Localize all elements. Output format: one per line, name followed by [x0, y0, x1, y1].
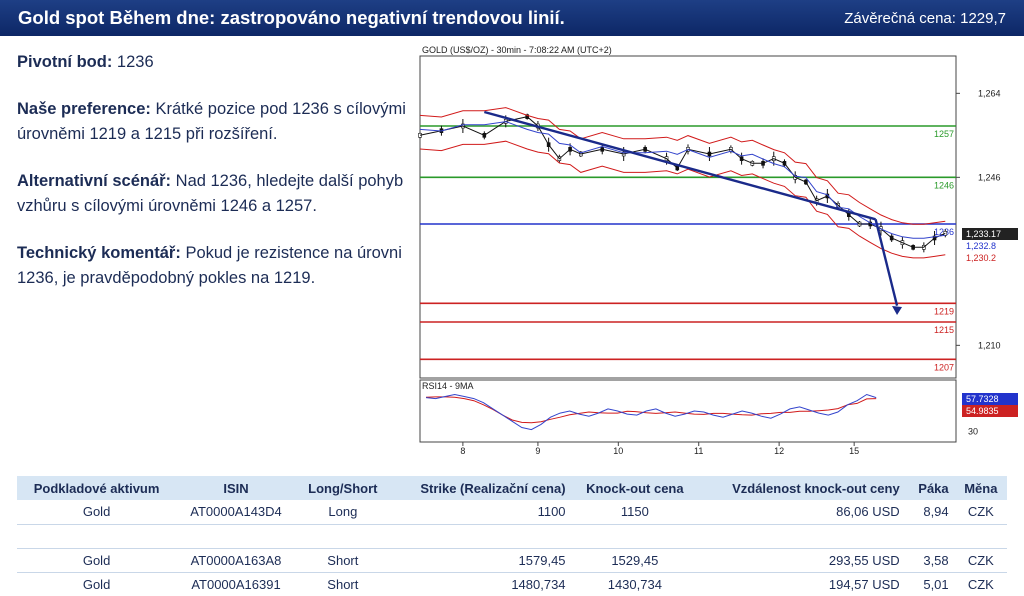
- col-knockout: Knock-out cena: [571, 476, 699, 500]
- x-tick-label: 9: [535, 446, 540, 456]
- cell-underlying: Gold: [17, 548, 177, 573]
- col-isin: ISIN: [176, 476, 296, 500]
- level-label-1257: 1257: [934, 129, 954, 139]
- cell-knockout: 1529,45: [571, 548, 699, 573]
- analysis-panel: Pivotní bod: 1236 Naše preference: Krátk…: [17, 50, 407, 313]
- cell-direction: Short: [295, 572, 390, 596]
- cell-underlying: Gold: [17, 500, 177, 525]
- closing-price-label: Závěrečná cena:: [844, 9, 956, 27]
- cell-leverage: 3,58: [905, 548, 955, 573]
- table-row: Gold AT0000A16391 Short 1480,734 1430,73…: [17, 572, 1007, 596]
- chart-title: GOLD (US$/OZ) - 30min - 7:08:22 AM (UTC+…: [422, 45, 612, 55]
- col-leverage: Páka: [905, 476, 955, 500]
- cell-distance: 293,55 USD: [698, 548, 906, 573]
- cell-underlying: Gold: [17, 572, 177, 596]
- price-tag-label: 1,230.2: [966, 253, 996, 263]
- cell-strike: 1480,734: [389, 572, 572, 596]
- rsi-tag-label: 57.7328: [966, 394, 999, 404]
- rsi-title: RSI14 - 9MA: [422, 381, 474, 391]
- chart-plot-area: [419, 55, 957, 379]
- closing-price: Závěrečná cena: 1229,7: [844, 10, 1006, 27]
- table-row: Gold AT0000A143D4 Long 1100 1150 86,06 U…: [17, 500, 1007, 525]
- cell-direction: Short: [295, 548, 390, 573]
- cell-currency: CZK: [954, 500, 1007, 525]
- alternative-label: Alternativní scénář:: [17, 172, 172, 190]
- cell-strike: 1579,45: [389, 548, 572, 573]
- spacer-cell: [17, 524, 1007, 549]
- closing-price-value: 1229,7: [960, 9, 1006, 27]
- y-tick-label: 1,246: [978, 172, 1001, 182]
- cell-leverage: 8,94: [905, 500, 955, 525]
- our-preference: Naše preference: Krátké pozice pod 1236 …: [17, 97, 407, 147]
- pivot-label: Pivotní bod:: [17, 53, 113, 71]
- col-underlying: Podkladové aktivum: [17, 476, 177, 500]
- col-distance: Vzdálenost knock-out ceny: [698, 476, 906, 500]
- cell-distance: 86,06 USD: [698, 500, 906, 525]
- cell-isin: AT0000A143D4: [176, 500, 296, 525]
- level-label-1219: 1219: [934, 306, 954, 316]
- x-tick-label: 12: [774, 446, 784, 456]
- cell-leverage: 5,01: [905, 572, 955, 596]
- cell-isin: AT0000A16391: [176, 572, 296, 596]
- x-tick-label: 15: [849, 446, 859, 456]
- cell-strike: 1100: [389, 500, 572, 525]
- preference-label: Naše preference:: [17, 100, 151, 118]
- rsi-y-tick-label: 30: [968, 427, 978, 437]
- col-currency: Měna: [954, 476, 1007, 500]
- rsi-plot-area: [419, 379, 957, 443]
- technical-label: Technický komentář:: [17, 244, 181, 262]
- rsi-tag-label: 54.9835: [966, 406, 999, 416]
- level-label-1207: 1207: [934, 362, 954, 372]
- cell-currency: CZK: [954, 572, 1007, 596]
- level-label-1215: 1215: [934, 325, 954, 335]
- cell-knockout: 1430,734: [571, 572, 699, 596]
- table-header-row: Podkladové aktivum ISIN Long/Short Strik…: [17, 476, 1007, 500]
- cell-distance: 194,57 USD: [698, 572, 906, 596]
- x-tick-label: 10: [613, 446, 623, 456]
- gold-price-chart: GOLD (US$/OZ) - 30min - 7:08:22 AM (UTC+…: [418, 45, 1018, 456]
- level-label-1246: 1246: [934, 180, 954, 190]
- alternative-scenario: Alternativní scénář: Nad 1236, hledejte …: [17, 169, 407, 219]
- col-strike: Strike (Realizační cena): [389, 476, 572, 500]
- cell-isin: AT0000A163A8: [176, 548, 296, 573]
- x-tick-label: 8: [460, 446, 465, 456]
- page-title: Gold spot Během dne: zastropováno negati…: [18, 7, 565, 28]
- page-header: Gold spot Během dne: zastropováno negati…: [0, 0, 1024, 36]
- products-table: Podkladové aktivum ISIN Long/Short Strik…: [17, 476, 1007, 596]
- cell-direction: Long: [295, 500, 390, 525]
- pivot-value: 1236: [116, 53, 154, 71]
- cell-knockout: 1150: [571, 500, 699, 525]
- table-row: Gold AT0000A163A8 Short 1579,45 1529,45 …: [17, 548, 1007, 573]
- x-tick-label: 11: [694, 446, 703, 456]
- price-tag-label: 1,233.17: [966, 229, 1001, 239]
- y-tick-label: 1,210: [978, 340, 1001, 350]
- technical-comment: Technický komentář: Pokud je rezistence …: [17, 241, 407, 291]
- table-spacer-row: [17, 524, 1007, 549]
- price-tag-label: 1,232.8: [966, 241, 996, 251]
- y-tick-label: 1,264: [978, 88, 1001, 98]
- col-direction: Long/Short: [295, 476, 390, 500]
- pivot-point: Pivotní bod: 1236: [17, 50, 407, 75]
- cell-currency: CZK: [954, 548, 1007, 573]
